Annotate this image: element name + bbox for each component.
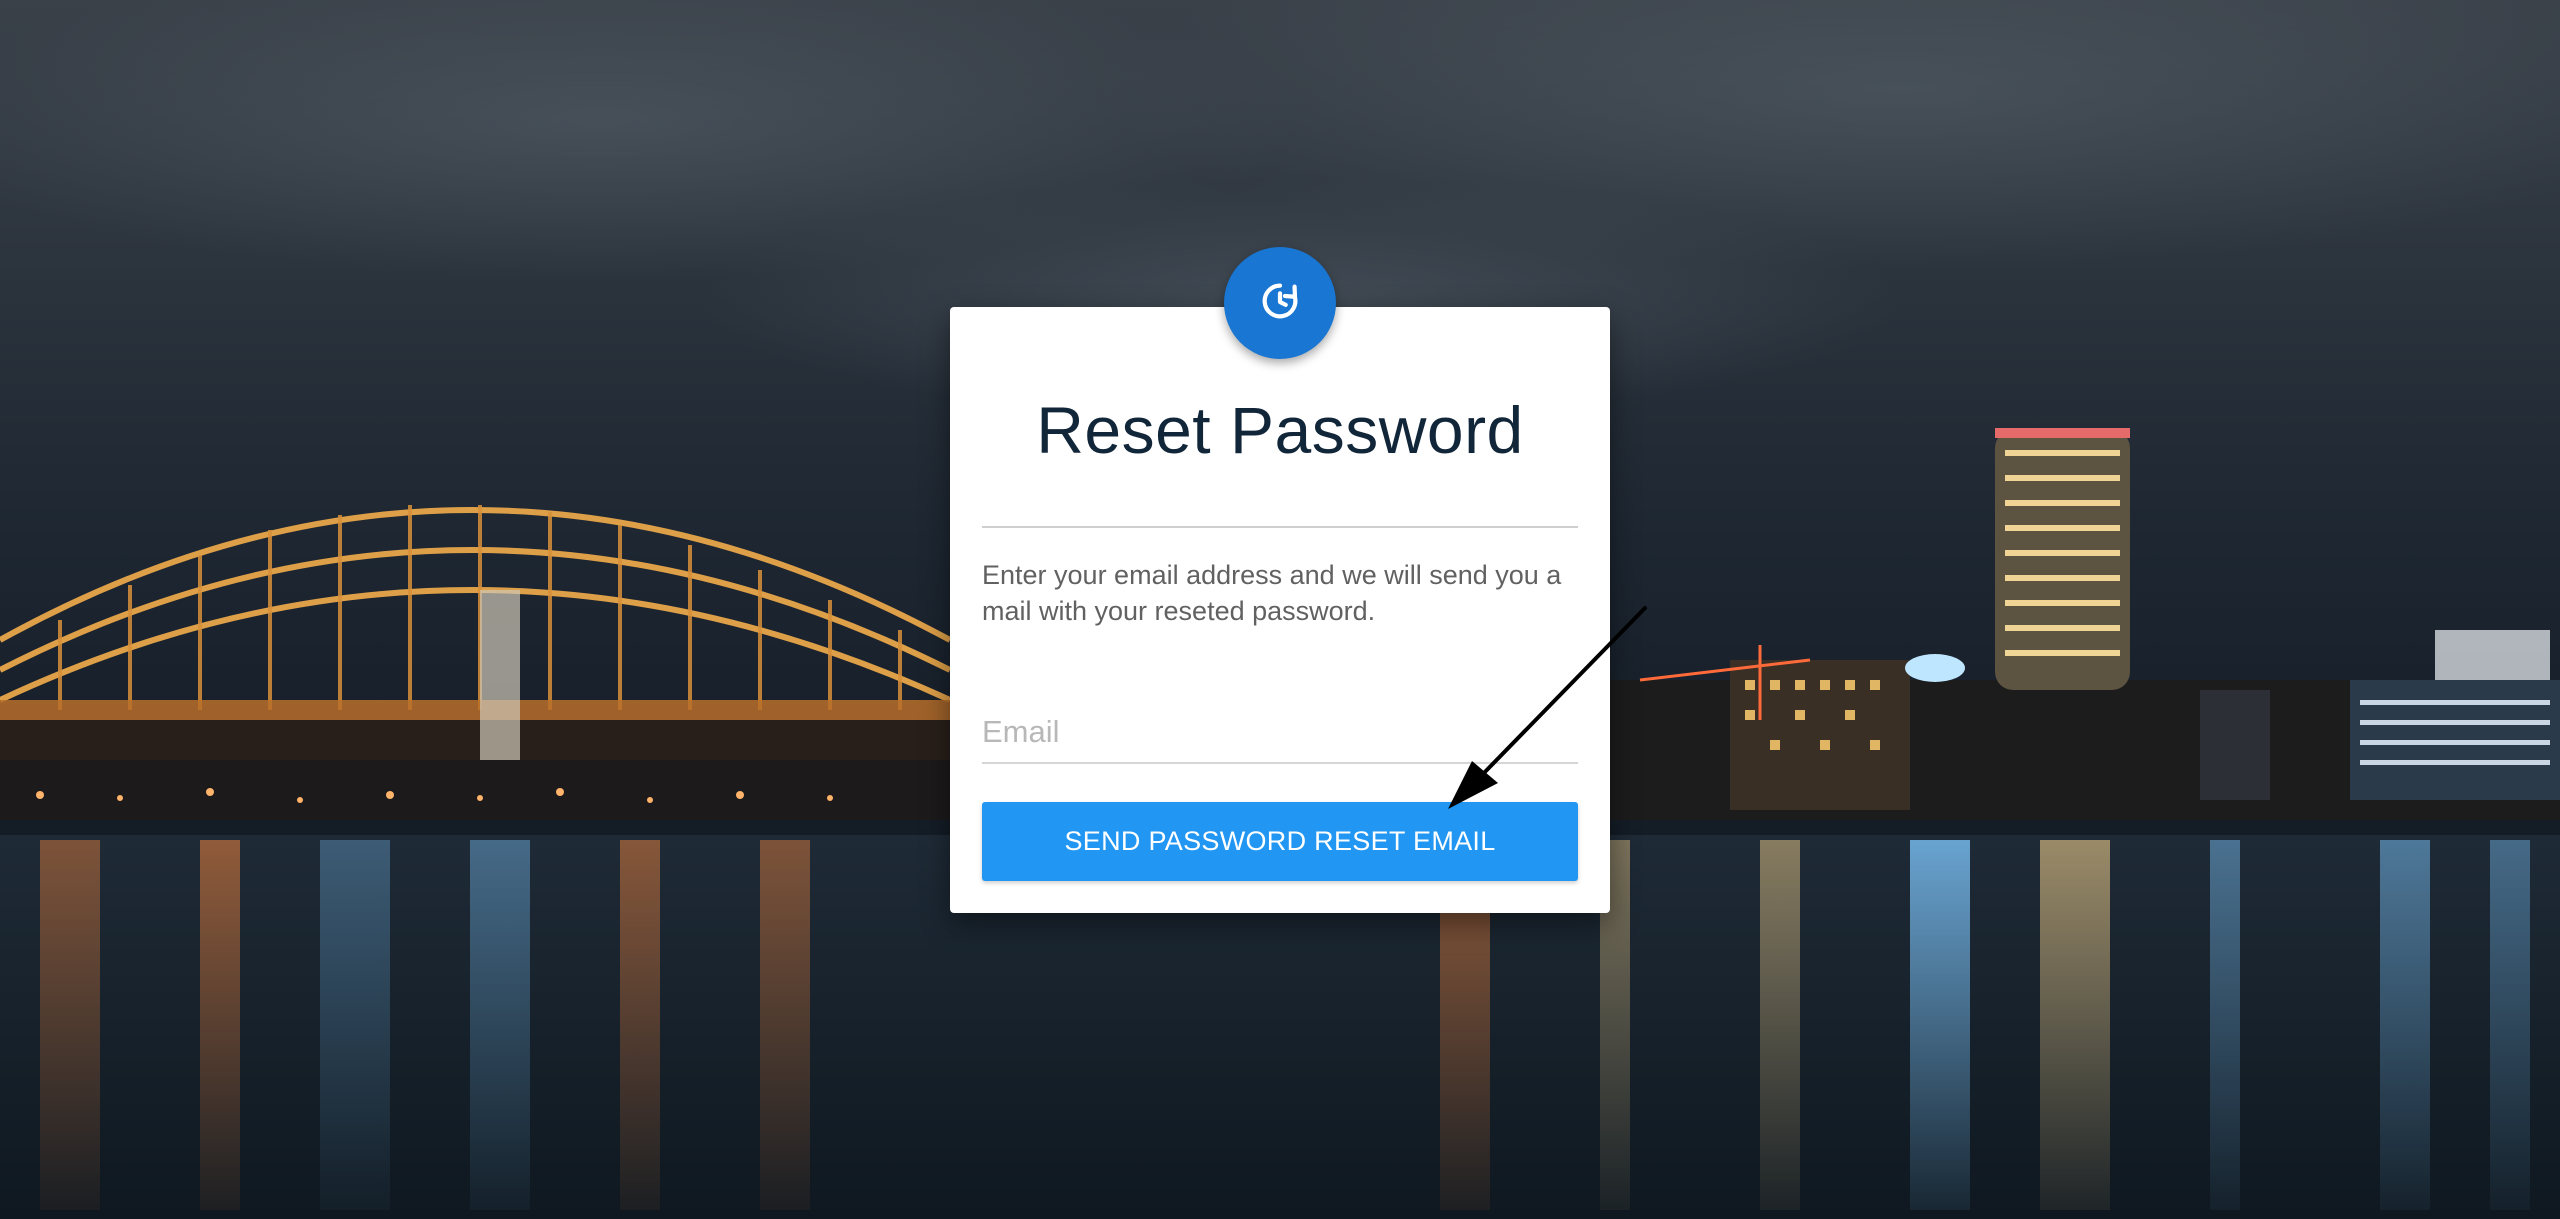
reset-password-card: Reset Password Enter your email address … [950, 307, 1610, 913]
description-text: Enter your email address and we will sen… [982, 560, 1562, 626]
page-title: Reset Password [1036, 393, 1524, 467]
email-field[interactable] [982, 702, 1578, 764]
send-reset-email-button[interactable]: SEND PASSWORD RESET EMAIL [982, 802, 1578, 881]
divider [982, 526, 1578, 528]
reset-badge [1224, 247, 1336, 359]
reset-clock-icon [1257, 278, 1303, 329]
